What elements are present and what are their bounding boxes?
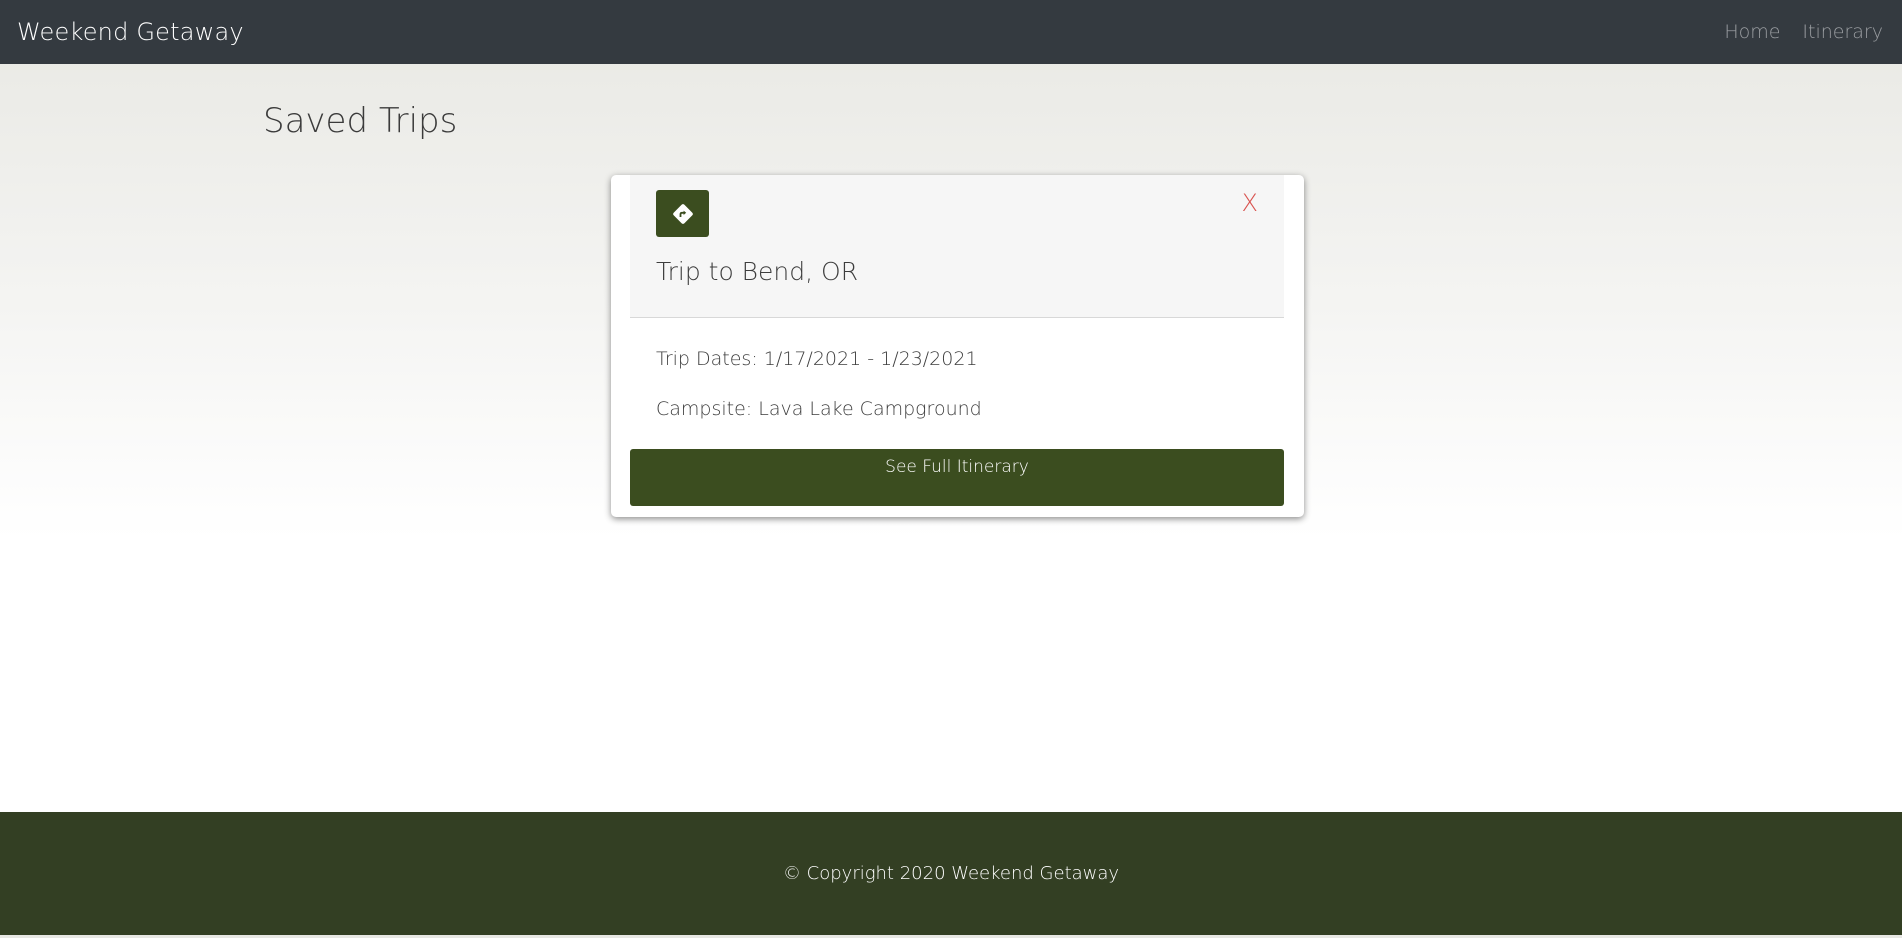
trip-dates: Trip Dates: 1/17/2021 - 1/23/2021 (656, 348, 978, 370)
remove-trip-button[interactable]: X (1242, 191, 1258, 215)
nav-link-itinerary[interactable]: Itinerary (1802, 21, 1883, 43)
saved-trip-card: X Trip to Bend, OR Trip Dates: 1/17/2021… (611, 175, 1304, 517)
directions-sign-icon (656, 190, 709, 237)
trip-campsite: Campsite: Lava Lake Campground (656, 398, 982, 420)
page-title: Saved Trips (263, 101, 458, 141)
nav-links: Home Itinerary (1724, 21, 1883, 43)
brand-logo-text[interactable]: Weekend Getaway (17, 18, 244, 46)
trip-title: Trip to Bend, OR (656, 257, 859, 286)
top-navbar: Weekend Getaway Home Itinerary (0, 0, 1902, 64)
footer: © Copyright 2020 Weekend Getaway (0, 812, 1902, 935)
nav-link-home[interactable]: Home (1724, 21, 1780, 43)
see-full-itinerary-button[interactable]: See Full Itinerary (630, 449, 1284, 506)
trip-card-header: X Trip to Bend, OR (630, 175, 1284, 318)
footer-copyright: © Copyright 2020 Weekend Getaway (782, 863, 1120, 884)
